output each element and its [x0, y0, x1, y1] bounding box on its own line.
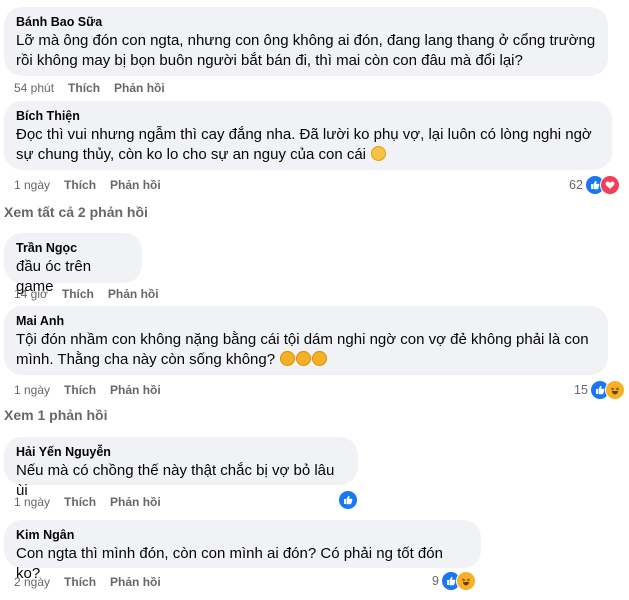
haha-icon: [455, 571, 476, 591]
like-button[interactable]: Thích: [64, 495, 96, 509]
comment-actions: 14 giờ Thích Phản hồi: [14, 287, 159, 301]
comment-author[interactable]: Trần Ngọc: [16, 240, 130, 256]
sad-emoji-icon: [371, 146, 387, 161]
comment-author[interactable]: Hải Yến Nguyễn: [16, 444, 346, 460]
reaction-count: 9: [432, 574, 439, 588]
comment-author[interactable]: Mai Anh: [16, 313, 596, 329]
like-button[interactable]: Thích: [62, 287, 94, 301]
comment-actions: 1 ngày Thích Phản hồi: [14, 178, 161, 192]
comment-bubble: Kim Ngân Con ngta thì mình đón, còn con …: [4, 520, 481, 582]
laughing-emoji-icon: [280, 351, 296, 366]
comment-author[interactable]: Bích Thiện: [16, 108, 600, 124]
reply-button[interactable]: Phản hồi: [110, 575, 161, 589]
laughing-emoji-icon: [296, 351, 312, 366]
like-icon: [338, 490, 358, 510]
reply-button[interactable]: Phản hồi: [114, 81, 165, 95]
haha-icon: [604, 380, 625, 400]
comment-author[interactable]: Kim Ngân: [16, 527, 469, 543]
reaction-count: 15: [574, 383, 588, 397]
love-icon: [599, 175, 620, 195]
like-button[interactable]: Thích: [64, 178, 96, 192]
comment-time[interactable]: 1 ngày: [14, 383, 50, 397]
comment-time[interactable]: 14 giờ: [14, 287, 48, 301]
comment-text: Đọc thì vui nhưng ngẫm thì cay đắng nha.…: [16, 126, 592, 163]
comment-bubble: Trần Ngọc đầu óc trên game: [4, 233, 142, 295]
view-replies-link[interactable]: Xem tất cả 2 phản hồi: [4, 204, 148, 220]
comment-time[interactable]: 54 phút: [14, 81, 54, 95]
reply-button[interactable]: Phản hồi: [108, 287, 159, 301]
reply-button[interactable]: Phản hồi: [110, 383, 161, 397]
reply-button[interactable]: Phản hồi: [110, 178, 161, 192]
like-button[interactable]: Thích: [64, 383, 96, 397]
comment-bubble: Bích Thiện Đọc thì vui nhưng ngẫm thì ca…: [4, 101, 612, 170]
comment-time[interactable]: 1 ngày: [14, 178, 50, 192]
comment-text: Lỡ mà ông đón con ngta, nhưng con ông kh…: [16, 32, 596, 69]
like-button[interactable]: Thích: [64, 575, 96, 589]
reaction-summary[interactable]: 9: [432, 571, 476, 591]
comment-bubble: Mai Anh Tội đón nhầm con không nặng bằng…: [4, 306, 608, 375]
comment-actions: 2 ngày Thích Phản hồi: [14, 575, 161, 589]
reply-button[interactable]: Phản hồi: [110, 495, 161, 509]
comment-actions: 1 ngày Thích Phản hồi: [14, 495, 161, 509]
reaction-summary[interactable]: [338, 490, 358, 510]
reaction-summary[interactable]: 15: [574, 380, 625, 400]
comment-actions: 1 ngày Thích Phản hồi: [14, 383, 161, 397]
like-button[interactable]: Thích: [68, 81, 100, 95]
comment-bubble: Bánh Bao Sữa Lỡ mà ông đón con ngta, như…: [4, 7, 608, 76]
reaction-count: 62: [569, 178, 583, 192]
comment-actions: 54 phút Thích Phản hồi: [14, 81, 165, 95]
reaction-summary[interactable]: 62: [569, 175, 620, 195]
comment-bubble: Hải Yến Nguyễn Nếu mà có chồng thế này t…: [4, 437, 358, 499]
view-replies-link[interactable]: Xem 1 phản hồi: [4, 407, 107, 423]
comment-time[interactable]: 1 ngày: [14, 495, 50, 509]
comment-time[interactable]: 2 ngày: [14, 575, 50, 589]
laughing-emoji-icon: [312, 351, 328, 366]
comment-author[interactable]: Bánh Bao Sữa: [16, 14, 596, 30]
